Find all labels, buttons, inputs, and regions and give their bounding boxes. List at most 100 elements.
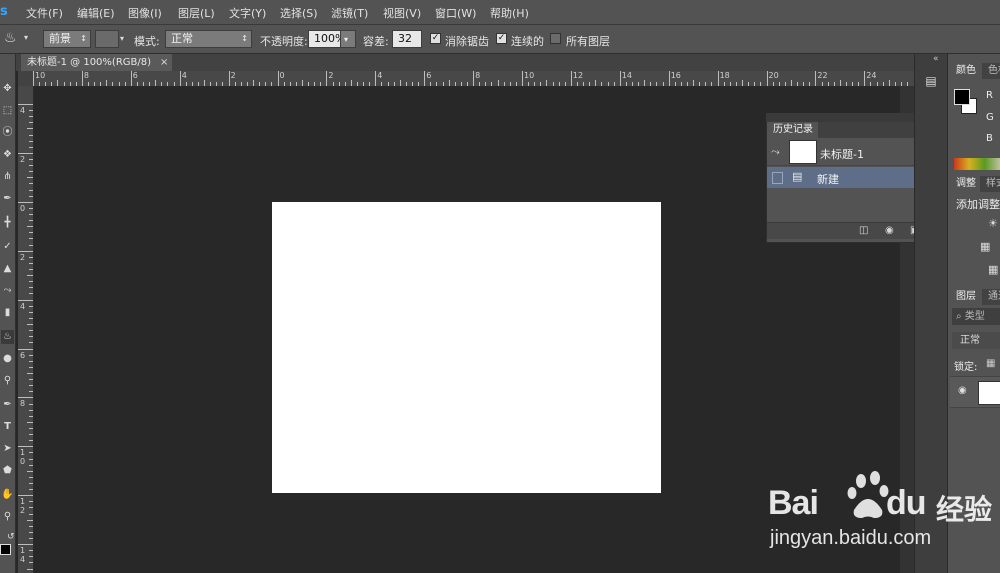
- spinner-icon: ↕: [241, 34, 248, 43]
- menu-edit[interactable]: 编辑(E): [77, 5, 115, 21]
- menu-image[interactable]: 图像(I): [128, 5, 162, 21]
- lock-transparent-icon[interactable]: ▦: [986, 358, 995, 369]
- contiguous-checkbox[interactable]: ✓: [496, 33, 507, 44]
- visibility-eye-icon[interactable]: ◉: [958, 385, 967, 396]
- ruler-label: 2: [328, 71, 334, 80]
- menu-type[interactable]: 文字(Y): [229, 5, 266, 21]
- layer-thumbnail: [978, 381, 1000, 405]
- brightness-icon[interactable]: ☀: [988, 217, 998, 230]
- history-brush-tool-icon[interactable]: ⤳: [1, 284, 14, 298]
- layer-filter-search[interactable]: ⌕ 类型: [952, 308, 1000, 325]
- history-step-label: 新建: [817, 173, 839, 186]
- new-document-from-state-icon[interactable]: ◫: [859, 225, 868, 237]
- tab-styles[interactable]: 样式: [980, 176, 1000, 192]
- levels-icon[interactable]: ▦: [980, 240, 990, 253]
- foreground-color-swatch[interactable]: [0, 544, 11, 555]
- menu-filter[interactable]: 滤镜(T): [331, 5, 368, 21]
- menu-layer[interactable]: 图层(L): [178, 5, 215, 21]
- options-bar: ♨ ▾ 前景 ↕ ▾ 模式: 正常 ↕ 不透明度: 100% ▾ 容差: 32 …: [0, 24, 1000, 54]
- paint-bucket-tool-icon[interactable]: ♨: [1, 330, 14, 344]
- ruler-label: 4: [20, 301, 26, 311]
- camera-icon[interactable]: ◉: [885, 225, 894, 237]
- tolerance-input[interactable]: 32: [392, 30, 422, 48]
- ruler-ticks: [33, 71, 908, 86]
- ruler-label: 18: [719, 71, 730, 80]
- blur-tool-icon[interactable]: ●: [1, 352, 14, 366]
- all-layers-label: 所有图层: [566, 35, 610, 48]
- photoshop-logo: s: [0, 4, 8, 19]
- menu-file[interactable]: 文件(F): [26, 5, 63, 21]
- ruler-label: 6: [132, 71, 138, 80]
- tab-adjustments[interactable]: 调整: [950, 176, 978, 192]
- pattern-arrow-icon[interactable]: ▾: [120, 34, 124, 43]
- tab-layers[interactable]: 图层: [950, 289, 980, 305]
- watermark-url: jingyan.baidu.com: [770, 527, 932, 549]
- tool-preset-arrow-icon[interactable]: ▾: [24, 33, 28, 42]
- eyedropper-tool-icon[interactable]: ✒: [1, 192, 14, 206]
- history-snapshot-row[interactable]: ⤳ 未标题-1: [767, 138, 933, 166]
- move-tool-icon[interactable]: ✥: [1, 82, 14, 96]
- type-tool-icon[interactable]: T: [1, 420, 14, 434]
- channel-g-label: G: [986, 112, 994, 123]
- menu-view[interactable]: 视图(V): [383, 5, 421, 21]
- fill-source-select[interactable]: 前景 ↕: [43, 30, 91, 48]
- tools-panel: ✥ ⬚ ⦿ ❖ ⋔ ✒ ╋ ✓ ▲ ⤳ ▮ ♨ ● ⚲ ✒ T ➤ ⬟ ✋ ⚲ …: [0, 54, 16, 573]
- clone-stamp-tool-icon[interactable]: ▲: [1, 262, 14, 276]
- crop-tool-icon[interactable]: ⋔: [1, 170, 14, 184]
- ruler-label: 16: [670, 71, 681, 80]
- history-source-checkbox[interactable]: [772, 172, 783, 184]
- history-brush-source-icon[interactable]: ⤳: [771, 145, 780, 159]
- opacity-dropdown-button[interactable]: ▾: [340, 30, 356, 48]
- watermark-brand-suffix: du: [886, 484, 927, 522]
- menu-window[interactable]: 窗口(W): [435, 5, 476, 21]
- blend-mode-select[interactable]: 正常: [952, 332, 1000, 349]
- healing-brush-tool-icon[interactable]: ╋: [1, 216, 14, 230]
- menu-select[interactable]: 选择(S): [280, 5, 318, 21]
- anti-alias-checkbox[interactable]: ✓: [430, 33, 441, 44]
- menu-help[interactable]: 帮助(H): [490, 5, 529, 21]
- layer-row[interactable]: ◉: [950, 376, 1000, 408]
- tab-color[interactable]: 颜色: [950, 63, 982, 79]
- pen-tool-icon[interactable]: ✒: [1, 398, 14, 412]
- close-icon[interactable]: ×: [160, 54, 172, 71]
- collapse-icon[interactable]: «: [933, 54, 939, 64]
- vertical-ruler[interactable]: 4202468101214: [18, 86, 34, 573]
- foreground-color-swatch[interactable]: [954, 89, 970, 105]
- eraser-tool-icon[interactable]: ▮: [1, 306, 14, 320]
- document-tab[interactable]: 未标题-1 @ 100%(RGB/8): [21, 54, 172, 71]
- dodge-tool-icon[interactable]: ⚲: [1, 374, 14, 388]
- tab-swatches[interactable]: 色板: [982, 63, 1000, 79]
- horizontal-ruler[interactable]: 10 8 6 4 2 0 2 4 6 8 10 12 14 16 18 20 22 24: [33, 71, 914, 87]
- ruler-label: 0: [20, 203, 26, 213]
- tab-channels[interactable]: 通道: [982, 289, 1000, 305]
- curves-icon[interactable]: ▦: [988, 263, 998, 276]
- swap-colors-icon[interactable]: ↺: [7, 532, 15, 542]
- color-spectrum-bar[interactable]: [954, 158, 1000, 170]
- ruler-label: 4: [20, 106, 26, 115]
- tab-history[interactable]: 历史记录: [767, 122, 818, 138]
- hand-tool-icon[interactable]: ✋: [1, 488, 14, 502]
- path-selection-tool-icon[interactable]: ➤: [1, 442, 14, 456]
- zoom-tool-icon[interactable]: ⚲: [1, 510, 14, 524]
- history-panel-icon[interactable]: ▤: [921, 74, 941, 92]
- ruler-label: 1: [20, 546, 26, 556]
- history-step-row[interactable]: ▤ 新建: [767, 167, 933, 188]
- shape-tool-icon[interactable]: ⬟: [1, 464, 14, 478]
- mode-value: 正常: [171, 32, 193, 45]
- ruler-label: 8: [475, 71, 481, 80]
- all-layers-checkbox[interactable]: [550, 33, 561, 44]
- mode-select[interactable]: 正常 ↕: [165, 30, 252, 48]
- anti-alias-label: 消除锯齿: [445, 35, 489, 48]
- ruler-label: 2: [20, 154, 26, 164]
- quick-select-tool-icon[interactable]: ❖: [1, 148, 14, 162]
- marquee-tool-icon[interactable]: ⬚: [1, 104, 14, 118]
- document-canvas[interactable]: [272, 202, 661, 493]
- ruler-label: 4: [377, 71, 383, 80]
- ruler-label: 14: [621, 71, 632, 80]
- pattern-picker[interactable]: [95, 30, 119, 48]
- chevron-down-icon: ▾: [344, 35, 349, 44]
- lasso-tool-icon[interactable]: ⦿: [1, 126, 14, 140]
- paint-bucket-icon[interactable]: ♨: [4, 30, 17, 46]
- watermark-brand: Bai: [768, 484, 819, 522]
- brush-tool-icon[interactable]: ✓: [1, 240, 14, 254]
